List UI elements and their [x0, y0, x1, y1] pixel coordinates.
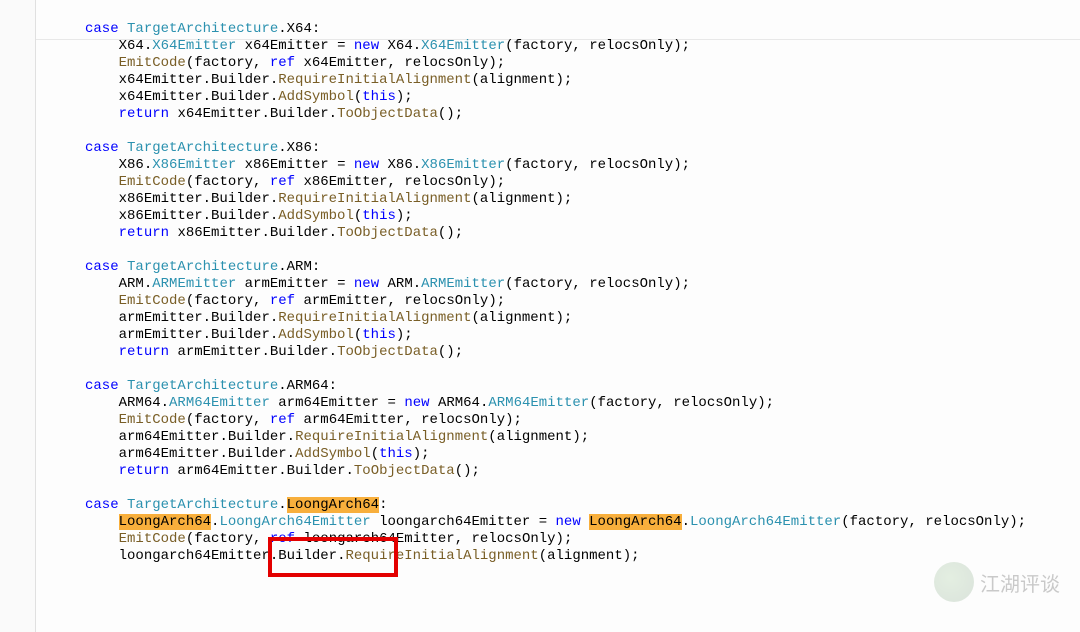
blank-line: [85, 242, 93, 258]
code-line: EmitCode(factory, ref x86Emitter, relocs…: [85, 174, 505, 190]
blank-line: [85, 123, 93, 139]
code-line: case TargetArchitecture.ARM:: [85, 259, 320, 275]
code-line: ARM.ARMEmitter armEmitter = new ARM.ARME…: [85, 276, 690, 292]
code-line: x86Emitter.Builder.RequireInitialAlignme…: [85, 191, 572, 207]
code-line: case TargetArchitecture.LoongArch64:: [85, 497, 387, 513]
code-line: X64.X64Emitter x64Emitter = new X64.X64E…: [85, 38, 690, 54]
code-line: loongarch64Emitter.Builder.RequireInitia…: [85, 548, 640, 564]
code-line: EmitCode(factory, ref loongarch64Emitter…: [85, 531, 572, 547]
code-line: return x64Emitter.Builder.ToObjectData()…: [85, 106, 463, 122]
code-line: LoongArch64.LoongArch64Emitter loongarch…: [85, 514, 1026, 530]
code-line: x64Emitter.Builder.AddSymbol(this);: [85, 89, 413, 105]
code-line: x64Emitter.Builder.RequireInitialAlignme…: [85, 72, 572, 88]
code-line: case TargetArchitecture.ARM64:: [85, 378, 337, 394]
search-highlight: LoongArch64: [119, 514, 211, 530]
code-line: armEmitter.Builder.RequireInitialAlignme…: [85, 310, 572, 326]
code-line: return arm64Emitter.Builder.ToObjectData…: [85, 463, 480, 479]
code-line: EmitCode(factory, ref arm64Emitter, relo…: [85, 412, 522, 428]
watermark-text: 江湖评谈: [980, 568, 1060, 597]
code-line: case TargetArchitecture.X64:: [85, 21, 320, 37]
code-editor[interactable]: case TargetArchitecture.X64: X64.X64Emit…: [0, 0, 1080, 565]
code-line: return armEmitter.Builder.ToObjectData()…: [85, 344, 463, 360]
watermark: 江湖评谈: [934, 562, 1060, 602]
watermark-icon: [934, 562, 974, 602]
code-line: return x86Emitter.Builder.ToObjectData()…: [85, 225, 463, 241]
code-line: case TargetArchitecture.X86:: [85, 140, 320, 156]
code-line: armEmitter.Builder.AddSymbol(this);: [85, 327, 413, 343]
code-line: x86Emitter.Builder.AddSymbol(this);: [85, 208, 413, 224]
code-line: X86.X86Emitter x86Emitter = new X86.X86E…: [85, 157, 690, 173]
code-line: arm64Emitter.Builder.RequireInitialAlign…: [85, 429, 589, 445]
code-line: EmitCode(factory, ref armEmitter, relocs…: [85, 293, 505, 309]
code-line: ARM64.ARM64Emitter arm64Emitter = new AR…: [85, 395, 774, 411]
search-highlight: LoongArch64: [589, 514, 681, 530]
code-line: arm64Emitter.Builder.AddSymbol(this);: [85, 446, 430, 462]
blank-line: [85, 480, 93, 496]
code-line: EmitCode(factory, ref x64Emitter, relocs…: [85, 55, 505, 71]
search-highlight: LoongArch64: [287, 497, 379, 513]
blank-line: [85, 361, 93, 377]
